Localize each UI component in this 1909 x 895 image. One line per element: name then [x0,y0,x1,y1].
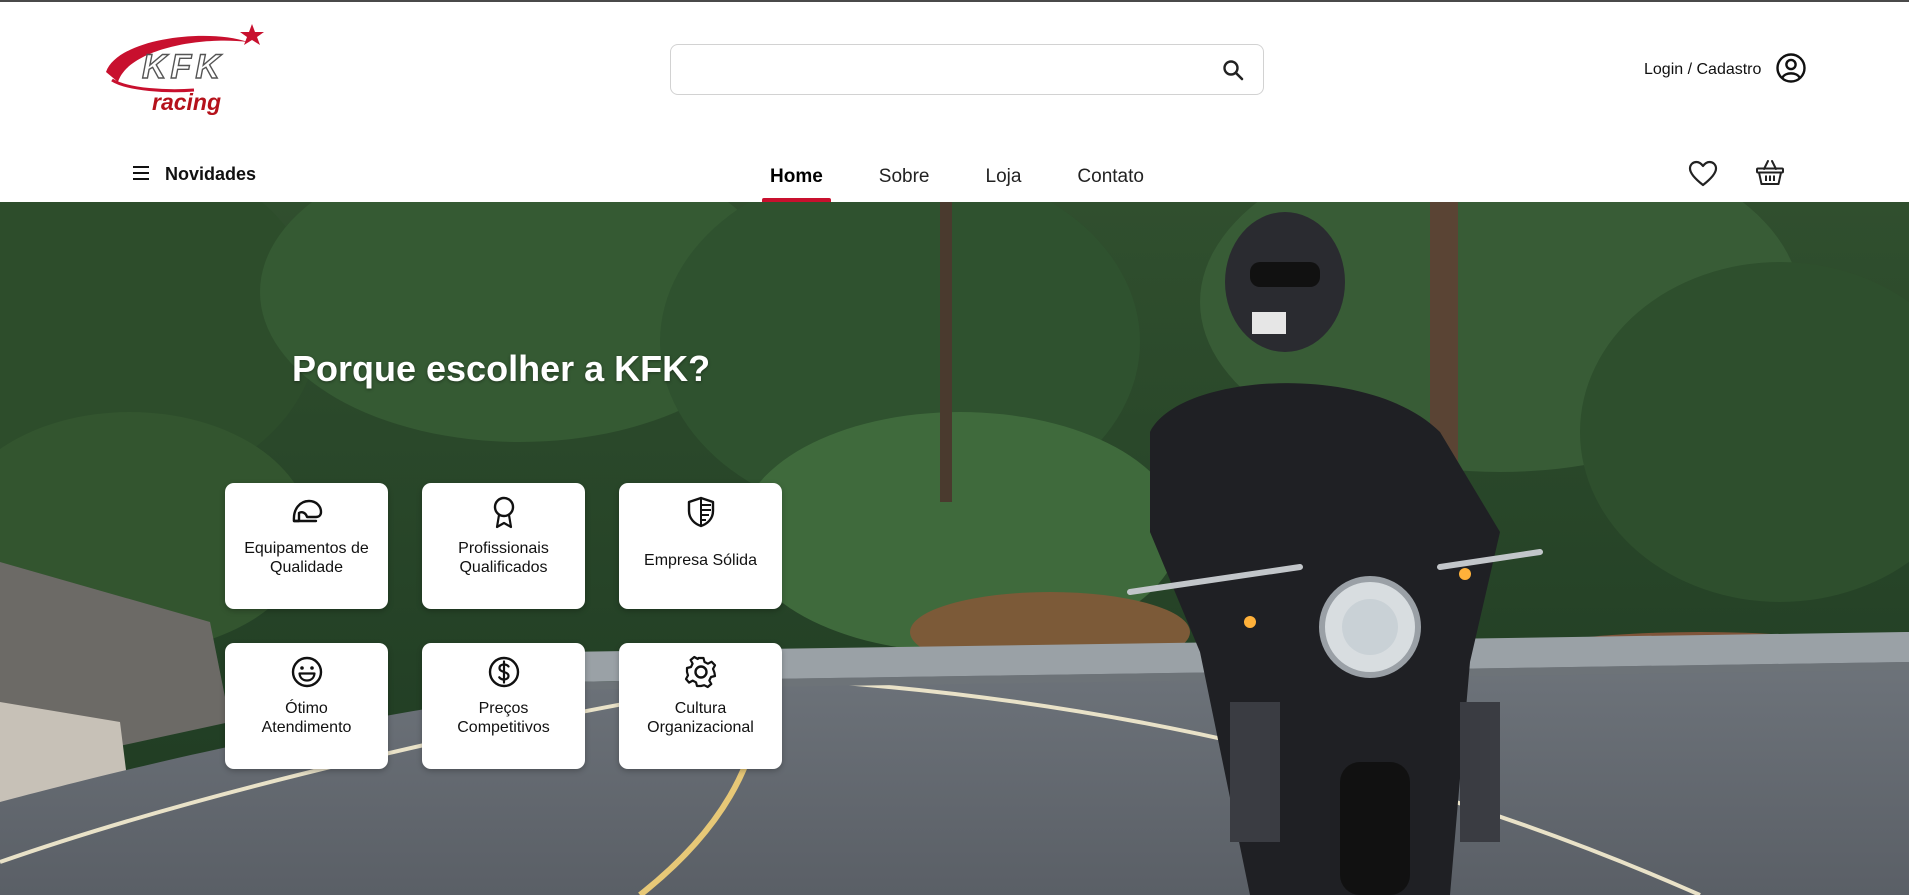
feature-card-profissionais[interactable]: Profissionais Qualificados [422,483,585,609]
kfk-racing-logo[interactable]: KFK racing [98,20,290,116]
feature-card-atendimento[interactable]: Ótimo Atendimento [225,643,388,769]
helmet-icon [290,495,324,529]
smile-icon [290,655,324,689]
hero-section: Porque escolher a KFK? Equipamentos de Q… [0,202,1909,895]
nav-link-sobre[interactable]: Sobre [879,152,930,202]
feature-label: Preços Competitivos [451,699,555,737]
search-input[interactable] [685,53,1205,87]
hamburger-menu-icon [133,163,151,185]
favorites-heart-icon[interactable] [1688,159,1718,189]
main-navigation: Home Sobre Loja Contato [762,152,1144,202]
shopping-basket-icon[interactable] [1755,158,1785,188]
feature-label-line1: Equipamentos de [244,540,369,557]
feature-label: Profissionais Qualificados [452,539,555,577]
search-bar[interactable] [670,44,1264,95]
user-account-icon [1775,52,1807,89]
feature-card-equipamentos[interactable]: Equipamentos de Qualidade [225,483,388,609]
feature-label: Equipamentos de Qualidade [238,539,375,577]
login-label: Login / Cadastro [1644,61,1762,78]
feature-label-line1: Empresa Sólida [644,552,757,569]
feature-label-line1: Preços [478,700,529,717]
svg-text:KFK: KFK [142,48,224,86]
feature-label-line2: Organizacional [647,719,754,736]
feature-label-line1: Ótimo [285,700,328,717]
award-icon [487,495,521,529]
feature-label: Empresa Sólida [638,551,763,570]
feature-card-empresa-solida[interactable]: Empresa Sólida [619,483,782,609]
feature-label-line2: Qualificados [459,559,548,576]
search-icon[interactable] [1221,58,1245,82]
login-register-link[interactable]: Login / Cadastro [1644,52,1807,89]
nav-link-home[interactable]: Home [762,152,831,202]
feature-label-line2: Competitivos [457,719,550,736]
svg-text:racing: racing [152,89,221,115]
site-header: KFK racing Login / Cadastro Novidades Ho… [0,2,1909,202]
shield-icon [684,495,718,529]
feature-label-line1: Profissionais [458,540,549,557]
feature-card-precos[interactable]: Preços Competitivos [422,643,585,769]
feature-label: Ótimo Atendimento [256,699,358,737]
gear-icon [684,655,718,689]
dollar-icon [487,655,521,689]
feature-label-line2: Atendimento [261,719,352,736]
feature-label-line2: Qualidade [270,559,343,576]
nav-link-loja[interactable]: Loja [986,152,1022,202]
feature-label: Cultura Organizacional [641,699,760,737]
novidades-label: Novidades [165,163,257,184]
novidades-menu[interactable]: Novidades [133,159,256,189]
feature-card-cultura[interactable]: Cultura Organizacional [619,643,782,769]
hero-title: Porque escolher a KFK? [292,348,711,389]
nav-link-contato[interactable]: Contato [1077,152,1144,202]
feature-label-line1: Cultura [674,700,727,717]
